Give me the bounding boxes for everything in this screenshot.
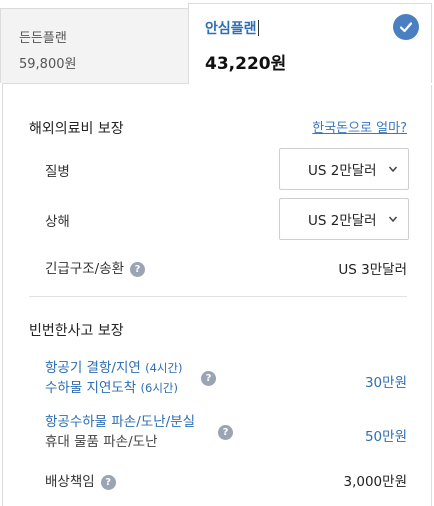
section-title-overseas-medical: 해외의료비 보장 [29, 121, 124, 137]
question-icon[interactable]: ? [201, 371, 216, 386]
flight-delay-value: 30만원 [364, 375, 407, 391]
active-tab-gap [189, 83, 433, 85]
row-label-baggage-damage: 항공수하물 파손/도난/분실 휴대 물품 파손/도난 [45, 414, 196, 450]
tab-plan-ansim[interactable]: 안심플랜 43,220원 [188, 3, 432, 84]
select-value: US 2만달러 [308, 213, 377, 229]
question-icon[interactable]: ? [218, 425, 233, 440]
row-label-liability: 배상책임? [45, 470, 116, 490]
text-cursor [257, 20, 259, 36]
section-title-frequent-accidents: 빈번한사고 보장 [29, 323, 124, 339]
emergency-rescue-value: US 3만달러 [338, 262, 407, 278]
currency-converter-link[interactable]: 한국돈으로 얼마? [312, 117, 407, 136]
section-divider [29, 296, 407, 297]
chevron-down-icon [388, 166, 398, 173]
row-label-emergency-rescue: 긴급구조/송환? [45, 257, 146, 277]
chevron-down-icon [388, 216, 398, 223]
row-label-flight-delay: 항공기 결항/지연 (4시간) 수하물 지연도착 (6시간) [45, 360, 183, 396]
row-label-disease: 질병 [45, 164, 70, 180]
baggage-damage-value: 50만원 [364, 429, 407, 445]
tab-plan-price: 43,220원 [205, 54, 287, 74]
plan-detail-panel: 해외의료비 보장 한국돈으로 얼마? 질병 US 2만달러 상해 US 2만달러… [2, 83, 433, 506]
check-icon [393, 14, 419, 40]
tab-plan-price: 59,800원 [19, 57, 77, 72]
tab-plan-name: 든든플랜 [19, 31, 67, 46]
question-icon[interactable]: ? [130, 261, 146, 277]
disease-coverage-select[interactable]: US 2만달러 [279, 148, 409, 190]
question-icon[interactable]: ? [100, 474, 116, 490]
tab-plan-deundeun[interactable]: 든든플랜 59,800원 [0, 8, 189, 83]
injury-coverage-select[interactable]: US 2만달러 [279, 198, 409, 240]
row-label-injury: 상해 [45, 214, 70, 230]
liability-value: 3,000만원 [343, 474, 408, 490]
select-value: US 2만달러 [308, 163, 377, 179]
